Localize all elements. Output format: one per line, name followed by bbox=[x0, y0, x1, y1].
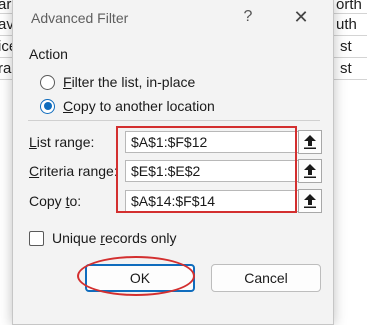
dialog-title: Advanced Filter bbox=[31, 10, 129, 26]
criteria-range-collapse-button[interactable] bbox=[298, 159, 322, 183]
advanced-filter-dialog: Advanced Filter ? ✕ Action Filter the li… bbox=[12, 0, 334, 325]
upload-arrow-icon bbox=[304, 194, 316, 208]
copy-to-location-option[interactable]: Copy to another location bbox=[40, 96, 215, 116]
radio-copy-to-location[interactable] bbox=[40, 98, 55, 114]
unique-records-option[interactable]: Unique records only bbox=[29, 230, 177, 246]
annotation-range-highlight bbox=[116, 126, 297, 213]
copy-to-collapse-button[interactable] bbox=[298, 189, 322, 213]
upload-arrow-icon bbox=[304, 135, 316, 149]
criteria-range-label: Criteria range: bbox=[29, 163, 118, 179]
copy-to-label: Copy to: bbox=[29, 193, 82, 209]
filter-in-place-label: Filter the list, in-place bbox=[63, 74, 196, 90]
filter-in-place-option[interactable]: Filter the list, in-place bbox=[40, 72, 195, 92]
list-range-label: List range: bbox=[29, 134, 95, 150]
ok-button[interactable]: OK bbox=[85, 264, 195, 292]
section-divider bbox=[28, 120, 320, 121]
cancel-button[interactable]: Cancel bbox=[211, 264, 321, 292]
close-icon[interactable]: ✕ bbox=[290, 6, 312, 28]
sheet-cell[interactable]: st bbox=[340, 38, 352, 55]
action-section-label: Action bbox=[29, 46, 68, 62]
sheet-cell[interactable]: st bbox=[340, 60, 352, 77]
help-icon[interactable]: ? bbox=[239, 6, 257, 28]
radio-filter-in-place[interactable] bbox=[40, 74, 55, 90]
unique-records-checkbox[interactable] bbox=[29, 230, 44, 246]
copy-to-location-label: Copy to another location bbox=[63, 98, 215, 114]
sheet-cell[interactable]: uth bbox=[336, 16, 357, 33]
sheet-cell[interactable]: orth bbox=[336, 0, 362, 13]
unique-records-label: Unique records only bbox=[52, 230, 177, 246]
upload-arrow-icon bbox=[304, 164, 316, 178]
list-range-collapse-button[interactable] bbox=[298, 130, 322, 154]
